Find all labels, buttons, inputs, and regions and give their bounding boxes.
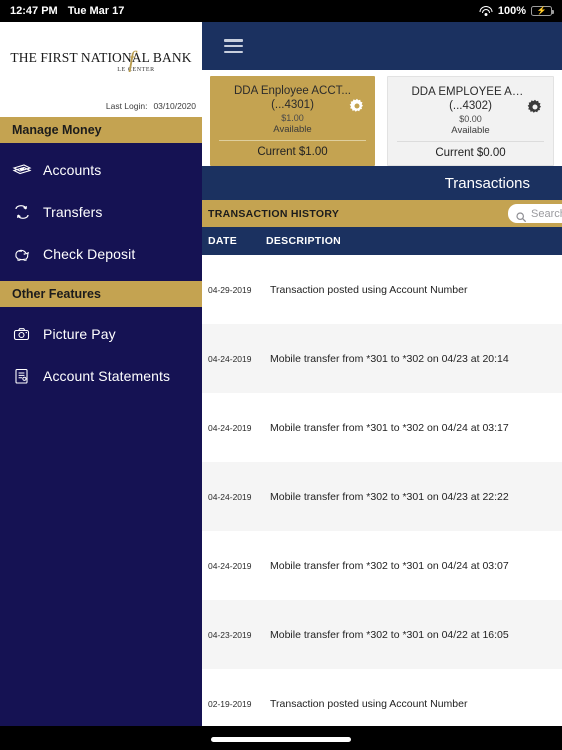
transaction-column-headers: DATE DESCRIPTION [202, 227, 562, 255]
sidebar-item-label: Check Deposit [43, 246, 136, 262]
hamburger-menu-icon[interactable] [224, 39, 243, 53]
transaction-date: 04-24-2019 [208, 491, 252, 502]
bank-logo-subtitle: LE CENTER [117, 67, 155, 73]
sidebar: THE FIRST NATIONAL BANK f LE CENTER Last… [0, 22, 202, 726]
transaction-description: Mobile transfer from *301 to *302 on 04/… [270, 352, 509, 365]
card-divider [219, 140, 366, 141]
sidebar-section-manage-money: Manage Money [0, 117, 202, 143]
table-row[interactable]: 04-24-2019 Mobile transfer from *302 to … [202, 462, 562, 531]
account-available-label: Available [451, 125, 490, 136]
account-available-amount: $1.00 [281, 113, 304, 123]
gear-icon[interactable] [349, 98, 365, 114]
card-divider [397, 141, 544, 142]
status-bar-left: 12:47 PM Tue Mar 17 [10, 5, 124, 17]
transaction-date: 02-19-2019 [208, 698, 252, 709]
sidebar-item-check-deposit[interactable]: Check Deposit [0, 239, 202, 269]
transaction-date: 04-23-2019 [208, 629, 252, 640]
bank-logo-name: THE FIRST NATIONAL BANK f [10, 48, 192, 71]
column-header-date: DATE [208, 235, 238, 247]
table-row[interactable]: 04-29-2019 Transaction posted using Acco… [202, 255, 562, 324]
search-input[interactable]: Search [508, 204, 562, 223]
wifi-icon [479, 5, 493, 17]
gear-icon[interactable] [527, 99, 543, 115]
transaction-list[interactable]: 04-29-2019 Transaction posted using Acco… [202, 255, 562, 726]
transaction-date: 04-24-2019 [208, 353, 252, 364]
search-placeholder: Search [531, 207, 562, 220]
main-panel: DDA Enployee ACCT... (...4301) $1.00 Ava… [202, 22, 562, 726]
status-date: Tue Mar 17 [67, 5, 125, 17]
device-screen: 12:47 PM Tue Mar 17 100% ⚡ THE FIRST NAT… [0, 0, 562, 750]
search-icon [516, 209, 526, 222]
transaction-description: Mobile transfer from *301 to *302 on 04/… [270, 421, 509, 434]
sidebar-item-account-statements[interactable]: Account Statements [0, 361, 202, 391]
bank-logo-text: THE FIRST NATIONAL BANK [10, 50, 192, 65]
table-row[interactable]: 04-24-2019 Mobile transfer from *301 to … [202, 324, 562, 393]
bank-logo: THE FIRST NATIONAL BANK f LE CENTER [0, 22, 202, 95]
app-viewport: THE FIRST NATIONAL BANK f LE CENTER Last… [0, 22, 562, 726]
transaction-history-label: TRANSACTION HISTORY [208, 207, 340, 220]
transaction-date: 04-29-2019 [208, 284, 252, 295]
last-login-date: 03/10/2020 [153, 101, 196, 111]
account-name: DDA Enployee ACCT... [234, 85, 351, 97]
transaction-description: Transaction posted using Account Number [270, 283, 468, 296]
home-bar [0, 726, 562, 750]
transaction-description: Mobile transfer from *302 to *301 on 04/… [270, 559, 509, 572]
account-current-balance: Current $1.00 [257, 146, 328, 158]
transaction-description: Mobile transfer from *302 to *301 on 04/… [270, 628, 509, 641]
account-card-4301[interactable]: DDA Enployee ACCT... (...4301) $1.00 Ava… [210, 76, 375, 166]
transactions-title-bar: Transactions [202, 166, 562, 200]
column-header-description: DESCRIPTION [266, 235, 342, 247]
account-number: (...4301) [271, 99, 314, 111]
transaction-description: Mobile transfer from *302 to *301 on 04/… [270, 490, 509, 503]
account-number: (...4302) [449, 100, 492, 112]
sidebar-item-label: Account Statements [43, 368, 171, 384]
battery-percent-label: 100% [497, 5, 526, 17]
account-available-amount: $0.00 [459, 114, 482, 124]
account-current-balance: Current $0.00 [435, 147, 506, 159]
sidebar-section-other-features: Other Features [0, 281, 202, 307]
table-row[interactable]: 04-24-2019 Mobile transfer from *301 to … [202, 393, 562, 462]
account-cards: DDA Enployee ACCT... (...4301) $1.00 Ava… [202, 70, 562, 166]
account-name: DDA EMPLOYEE AC... [411, 86, 530, 98]
app-top-bar [202, 22, 562, 70]
battery-charging-icon: ⚡ [531, 6, 554, 16]
sidebar-item-picture-pay[interactable]: Picture Pay [0, 319, 202, 349]
table-row[interactable]: 02-19-2019 Transaction posted using Acco… [202, 669, 562, 726]
account-card-4302[interactable]: DDA EMPLOYEE AC... (...4302) $0.00 Avail… [387, 76, 554, 166]
transaction-history-bar: TRANSACTION HISTORY Search [202, 200, 562, 227]
sidebar-item-transfers[interactable]: Transfers [0, 197, 202, 227]
page-title: Transactions [444, 174, 530, 192]
last-login: Last Login: 03/10/2020 [0, 95, 202, 117]
sidebar-item-label: Picture Pay [43, 326, 116, 342]
transaction-date: 04-24-2019 [208, 560, 252, 571]
transaction-date: 04-24-2019 [208, 422, 252, 433]
sidebar-item-label: Accounts [43, 162, 102, 178]
home-indicator[interactable] [211, 737, 351, 742]
sidebar-item-accounts[interactable]: Accounts [0, 155, 202, 185]
table-row[interactable]: 04-23-2019 Mobile transfer from *302 to … [202, 600, 562, 669]
bank-logo-script-f: f [128, 47, 135, 72]
transaction-description: Transaction posted using Account Number [270, 697, 468, 710]
camera-icon [12, 326, 32, 342]
document-icon [12, 368, 32, 384]
money-icon [12, 162, 32, 178]
account-available-label: Available [273, 124, 312, 135]
status-bar-right: 100% ⚡ [479, 5, 554, 17]
piggy-bank-icon [12, 246, 32, 262]
transfer-arrows-icon [12, 204, 32, 220]
table-row[interactable]: 04-24-2019 Mobile transfer from *302 to … [202, 531, 562, 600]
status-bar: 12:47 PM Tue Mar 17 100% ⚡ [0, 0, 562, 22]
status-time: 12:47 PM [10, 5, 58, 17]
last-login-label: Last Login: [105, 101, 148, 111]
sidebar-item-label: Transfers [43, 204, 103, 220]
